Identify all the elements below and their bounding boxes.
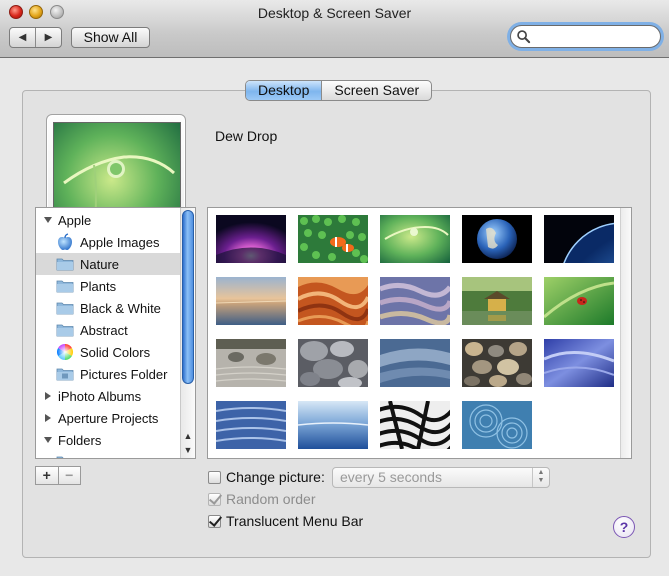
- thumbnail-aurora[interactable]: [216, 215, 286, 263]
- thumbnail-rain-ripples[interactable]: [462, 401, 532, 449]
- source-group-aperture-projects[interactable]: Aperture Projects: [36, 407, 180, 429]
- preferences-content: Desktop Screen Saver Dew Drop Apple Appl…: [0, 59, 669, 576]
- thumbnail-ladybug[interactable]: [544, 277, 614, 325]
- source-item-label: Black & White: [80, 300, 161, 316]
- thumbnail-evening-reflections[interactable]: [216, 277, 286, 325]
- window-title: Desktop & Screen Saver: [257, 5, 412, 21]
- back-forward-control: ◀ ▶: [9, 27, 62, 48]
- source-list: Apple Apple Images Nature Plants Black &…: [35, 207, 196, 459]
- window-titlebar: Desktop & Screen Saver ◀ ▶ Show All: [0, 0, 669, 58]
- scroll-up-arrow-icon[interactable]: ▲: [181, 429, 195, 443]
- thumbnail-zebra[interactable]: [380, 401, 450, 449]
- source-group-folders[interactable]: Folders: [36, 429, 180, 451]
- thumbnail-dew-drop[interactable]: [380, 215, 450, 263]
- change-picture-label: Change picture:: [226, 469, 325, 485]
- source-item-black-white[interactable]: Black & White: [36, 297, 180, 319]
- color-wheel-icon: [57, 344, 73, 360]
- source-group-label: Apple: [58, 212, 92, 228]
- source-group-apple[interactable]: Apple: [36, 209, 180, 231]
- thumbnail-pebbles[interactable]: [298, 339, 368, 387]
- random-order-checkbox[interactable]: [208, 492, 221, 506]
- change-interval-value: every 5 seconds: [340, 469, 442, 485]
- source-item-label: Apple Images: [80, 234, 160, 250]
- show-all-button[interactable]: Show All: [71, 27, 150, 48]
- search-input[interactable]: [533, 28, 653, 45]
- back-arrow-icon: ◀: [18, 32, 27, 43]
- tab-desktop[interactable]: Desktop: [246, 81, 322, 100]
- disclosure-open-icon[interactable]: [44, 436, 52, 444]
- disclosure-open-icon[interactable]: [44, 216, 52, 224]
- thumbnail-river-stones[interactable]: [462, 339, 532, 387]
- translucent-menu-bar-checkbox[interactable]: [208, 514, 221, 528]
- thumbnail-horizon-sea[interactable]: [298, 401, 368, 449]
- change-interval-popup[interactable]: every 5 seconds ▲ ▼: [332, 467, 550, 488]
- source-item-abstract[interactable]: Abstract: [36, 319, 180, 341]
- search-icon: [517, 30, 531, 44]
- tab-screen-saver[interactable]: Screen Saver: [321, 81, 431, 100]
- picture-grid-scrollbar[interactable]: [620, 208, 631, 458]
- folder-icon: [56, 258, 74, 271]
- help-button[interactable]: ?: [613, 516, 635, 538]
- folder-icon: [56, 324, 74, 337]
- change-picture-option[interactable]: Change picture:: [208, 469, 325, 485]
- source-item-nature[interactable]: Nature: [36, 253, 180, 275]
- add-folder-button[interactable]: +: [36, 467, 58, 484]
- change-picture-checkbox[interactable]: [208, 470, 221, 484]
- folder-icon: [56, 280, 74, 293]
- thumbnail-sandstone-waves[interactable]: [298, 277, 368, 325]
- source-item-label: Pictures Folder: [80, 366, 168, 382]
- forward-arrow-icon: ▶: [44, 32, 53, 43]
- picture-grid: [207, 207, 632, 459]
- source-item-solid-colors[interactable]: Solid Colors: [36, 341, 180, 363]
- source-item-label: Abstract: [80, 322, 128, 338]
- source-item-label: Solid Colors: [80, 344, 151, 360]
- folder-icon: [56, 302, 74, 315]
- source-list-buttons: + −: [35, 466, 81, 485]
- random-order-label: Random order: [226, 491, 316, 507]
- thumbnail-golden-pavilion[interactable]: [462, 277, 532, 325]
- pictures-folder-icon: [56, 368, 74, 381]
- thumbnail-blue-ripples[interactable]: [216, 401, 286, 449]
- source-item-pictures-folder[interactable]: Pictures Folder: [36, 363, 180, 385]
- popup-arrows-icon: ▲ ▼: [532, 468, 549, 487]
- translucent-menu-bar-option[interactable]: Translucent Menu Bar: [208, 513, 363, 529]
- thumbnail-earth-horizon[interactable]: [544, 215, 614, 263]
- source-group-label: iPhoto Albums: [58, 388, 142, 404]
- thumbnail-clownfish[interactable]: [298, 215, 368, 263]
- disclosure-closed-icon[interactable]: [44, 392, 52, 400]
- random-order-option[interactable]: Random order: [208, 491, 316, 507]
- source-group-iphoto-albums[interactable]: iPhoto Albums: [36, 385, 180, 407]
- source-item-label: Nature: [80, 256, 120, 272]
- remove-folder-button[interactable]: −: [57, 467, 81, 484]
- source-item-partial-folder[interactable]: [36, 451, 180, 458]
- source-group-label: Aperture Projects: [58, 410, 159, 426]
- disclosure-closed-icon[interactable]: [44, 414, 52, 422]
- current-picture-name: Dew Drop: [215, 128, 278, 144]
- folder-icon: [56, 456, 64, 458]
- source-item-apple-images[interactable]: Apple Images: [36, 231, 180, 253]
- thumbnail-earth[interactable]: [462, 215, 532, 263]
- search-field[interactable]: [510, 25, 661, 48]
- source-item-label: Plants: [80, 278, 117, 294]
- source-group-label: Folders: [58, 432, 102, 448]
- thumbnail-blue-dunes[interactable]: [380, 339, 450, 387]
- thumbnail-zen-garden[interactable]: [216, 339, 286, 387]
- tab-bar: Desktop Screen Saver: [245, 80, 433, 101]
- apple-logo-icon: [58, 233, 72, 250]
- source-list-scrollbar[interactable]: ▲ ▼: [180, 208, 195, 458]
- translucent-menu-bar-label: Translucent Menu Bar: [226, 513, 364, 529]
- back-button[interactable]: ◀: [10, 28, 35, 47]
- forward-button[interactable]: ▶: [35, 28, 61, 47]
- thumbnail-blue-silk[interactable]: [544, 339, 614, 387]
- source-item-plants[interactable]: Plants: [36, 275, 180, 297]
- scroll-down-arrow-icon[interactable]: ▼: [181, 443, 195, 457]
- thumbnail-blue-sand[interactable]: [380, 277, 450, 325]
- scrollbar-thumb[interactable]: [182, 210, 194, 384]
